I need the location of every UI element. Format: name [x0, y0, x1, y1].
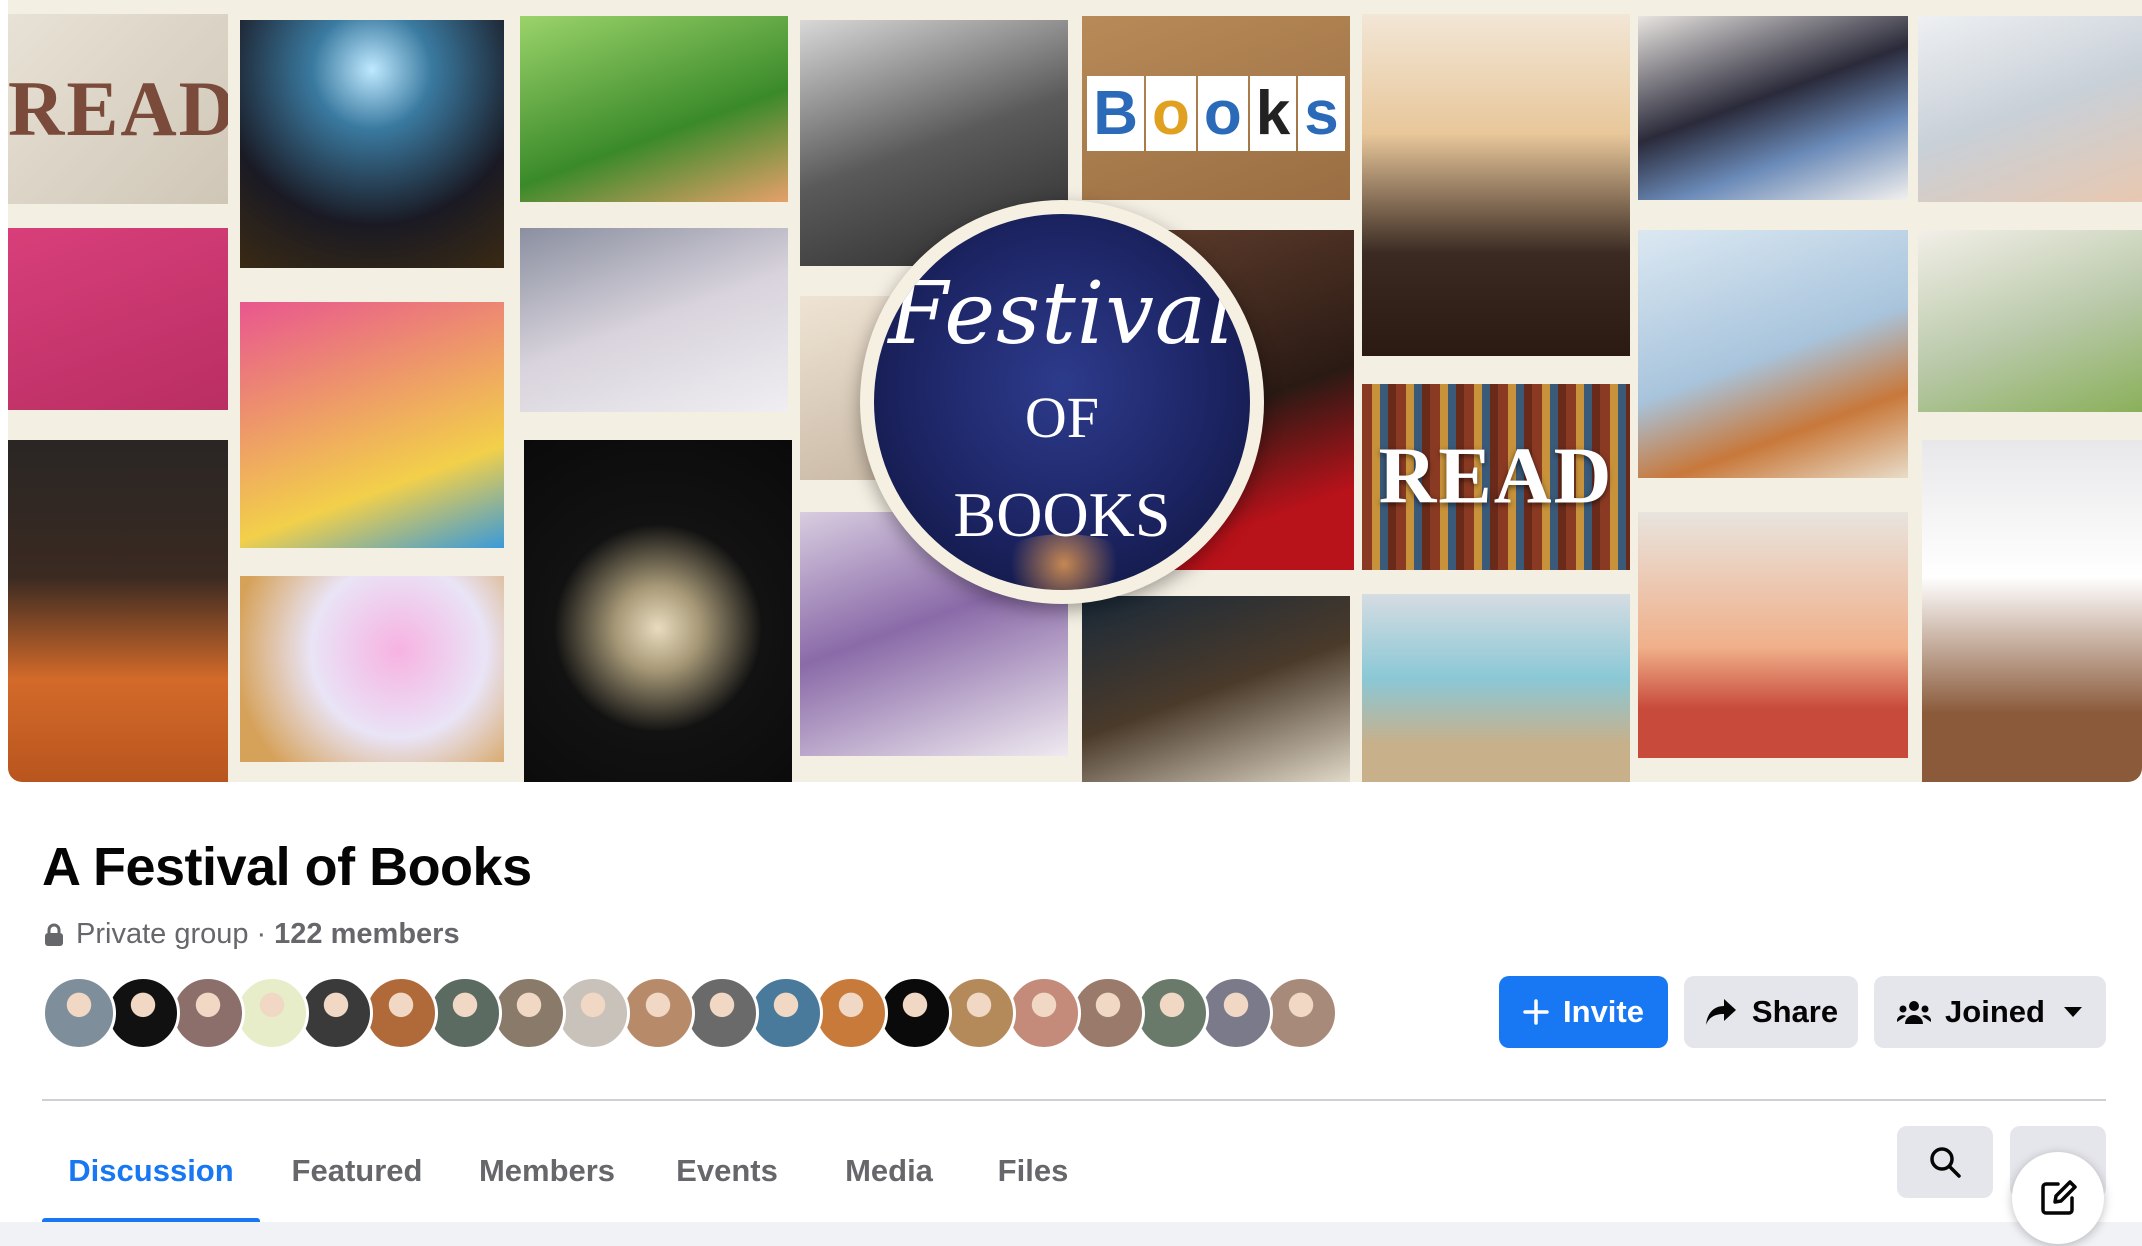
badge-line-of: OF [1024, 385, 1100, 450]
tab-discussion[interactable]: Discussion [42, 1120, 260, 1224]
member-avatar[interactable] [1199, 976, 1274, 1050]
cover-tile-sunset-reader [1362, 14, 1630, 356]
tab-events[interactable]: Events [662, 1120, 792, 1222]
cover-tile-books-corkboard: Books [1082, 16, 1350, 200]
member-avatar[interactable] [749, 976, 824, 1050]
invite-label: Invite [1563, 994, 1644, 1029]
cover-tile-dog-glasses [1922, 440, 2142, 782]
cover-tile-lake-reader [1362, 594, 1630, 782]
member-avatar[interactable] [234, 976, 309, 1050]
tab-members[interactable]: Members [466, 1120, 628, 1222]
cover-tile-read-letters: READ [8, 14, 228, 204]
cover-tile-woman-dark-reading [1082, 596, 1350, 782]
compose-button[interactable] [2012, 1152, 2104, 1244]
privacy-label[interactable]: Private group [76, 918, 249, 951]
cover-tile-boy-book [1638, 512, 1908, 758]
header-divider [42, 1099, 2106, 1101]
member-avatar[interactable] [1006, 976, 1081, 1050]
tab-members-label: Members [478, 1153, 616, 1188]
member-avatar[interactable] [1070, 976, 1145, 1050]
compose-icon [2041, 1180, 2077, 1215]
member-count[interactable]: 122 members [274, 918, 459, 951]
meta-separator: · [256, 918, 267, 950]
member-avatar[interactable] [813, 976, 888, 1050]
member-avatar[interactable] [106, 976, 181, 1050]
caret-down-icon [2063, 1007, 2082, 1017]
member-avatar[interactable] [42, 976, 116, 1050]
member-avatar[interactable] [942, 976, 1017, 1050]
group-tabs: Discussion Featured Members Events Media… [42, 1120, 1442, 1224]
tab-media-label: Media [845, 1153, 933, 1188]
cover-tile-girl-book-head [1918, 16, 2142, 202]
cover-tile-book-stack [1638, 230, 1908, 478]
cover-tile-glowing-book [240, 20, 504, 268]
tab-media[interactable]: Media [826, 1120, 952, 1222]
cover-tile-baby-reading [240, 302, 504, 548]
member-avatar[interactable] [299, 976, 374, 1050]
cover-tile-man-outdoors [1918, 230, 2142, 412]
member-avatar[interactable] [427, 976, 502, 1050]
group-meta: Private group · 122 members [44, 918, 460, 951]
people-group-icon [1897, 1001, 1932, 1024]
cover-tile-girl-tablet [520, 228, 788, 412]
group-name[interactable]: A Festival of Books [42, 836, 532, 898]
tab-files-label: Files [997, 1153, 1069, 1188]
member-avatar[interactable] [363, 976, 438, 1050]
share-arrow-icon [1705, 999, 1736, 1025]
feed-background [0, 1222, 2142, 1246]
member-avatar[interactable] [556, 976, 631, 1050]
badge-line-festival: Festival [888, 264, 1236, 364]
cover-tile-dog-reading [8, 228, 228, 410]
tab-files[interactable]: Files [984, 1120, 1082, 1222]
tab-discussion-label: Discussion [68, 1153, 234, 1188]
member-avatar[interactable] [1135, 976, 1210, 1050]
plus-icon [1523, 999, 1549, 1025]
badge-line-books: BOOKS [953, 479, 1171, 550]
invite-button[interactable]: Invite [1499, 976, 1668, 1048]
member-avatar[interactable] [877, 976, 952, 1050]
member-avatar[interactable] [492, 976, 567, 1050]
member-avatar[interactable] [620, 976, 695, 1050]
cover-tile-woman-glasses [8, 440, 228, 782]
tab-events-label: Events [676, 1153, 778, 1188]
share-label: Share [1751, 994, 1839, 1029]
member-avatar[interactable] [170, 976, 245, 1050]
joined-label: Joined [1945, 994, 2045, 1029]
cover-photo[interactable]: READ Books READ Festival OF BOOKS [8, 0, 2142, 782]
cover-tile-read-bookshelf: READ [1362, 384, 1630, 570]
joined-button[interactable]: Joined [1874, 976, 2106, 1048]
cover-tile-children-reading [1638, 16, 1908, 200]
festival-badge: Festival OF BOOKS [860, 200, 1264, 604]
member-avatar[interactable] [685, 976, 759, 1050]
books-letters: Books [1082, 76, 1350, 151]
search-button[interactable] [1897, 1126, 1993, 1198]
search-icon [1930, 1147, 1961, 1178]
tab-featured[interactable]: Featured [282, 1120, 432, 1222]
lock-icon [45, 923, 63, 946]
cover-tile-magic-book [240, 576, 504, 762]
cover-tile-open-book-nature [520, 16, 788, 202]
member-avatar[interactable] [1263, 976, 1338, 1050]
cover-tile-skeleton-reading [524, 440, 792, 782]
tab-featured-label: Featured [291, 1153, 423, 1188]
share-button[interactable]: Share [1684, 976, 1858, 1048]
